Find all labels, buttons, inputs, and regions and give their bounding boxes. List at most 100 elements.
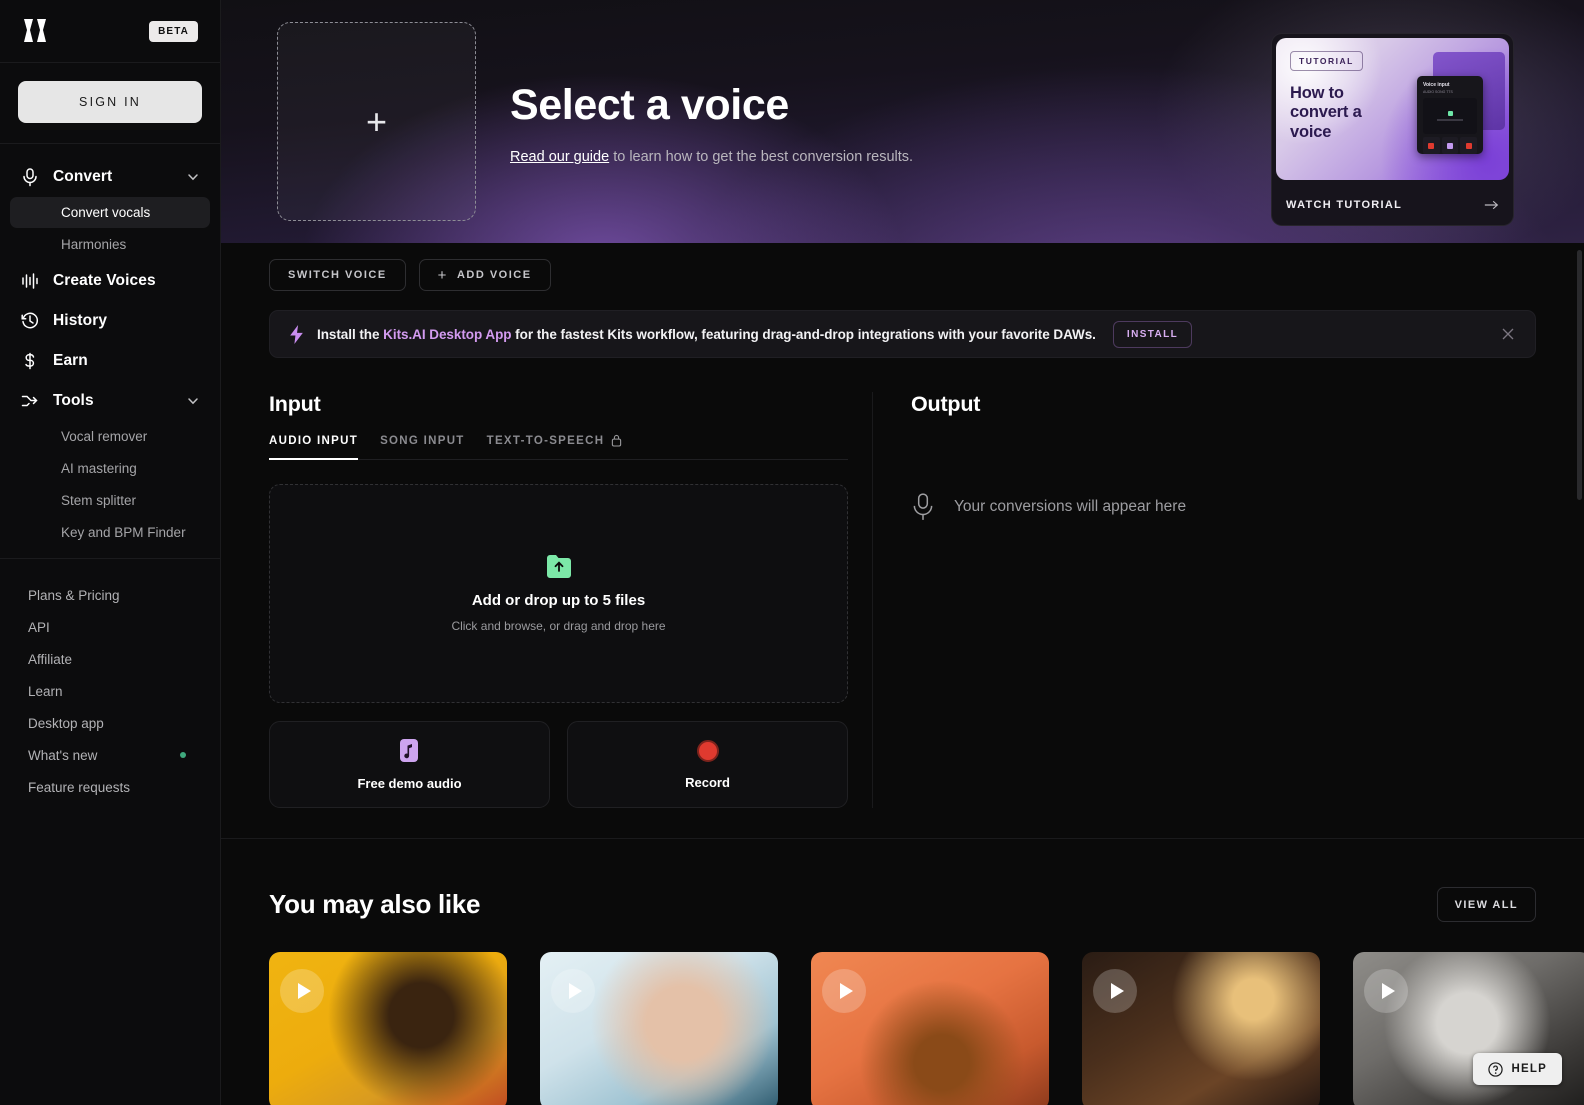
hero-text: Select a voice Read our guide to learn h… bbox=[510, 81, 914, 166]
output-title: Output bbox=[911, 392, 981, 416]
voice-actions: SWITCH VOICE + ADD VOICE bbox=[221, 243, 1584, 291]
tutorial-card[interactable]: TUTORIAL How to convert a voice Voice in… bbox=[1271, 33, 1514, 226]
music-note-icon bbox=[400, 739, 418, 762]
hero-banner: + Select a voice Read our guide to learn… bbox=[221, 0, 1584, 243]
sidebar-header: BETA bbox=[0, 0, 220, 63]
sign-in-wrapper: SIGN IN bbox=[0, 63, 220, 144]
tutorial-mini-dropzone bbox=[1423, 98, 1477, 134]
arrow-right-icon bbox=[1484, 200, 1499, 209]
banner-suffix: for the fastest Kits workflow, featuring… bbox=[511, 326, 1096, 342]
sidebar-link-feature-requests[interactable]: Feature requests bbox=[10, 771, 210, 803]
sidebar-item-tools[interactable]: Tools bbox=[10, 382, 210, 420]
free-demo-audio-label: Free demo audio bbox=[357, 776, 462, 791]
play-button[interactable] bbox=[551, 969, 595, 1013]
page-title: Select a voice bbox=[510, 81, 789, 129]
app-root: BETA SIGN IN Convert Convert vocals Harmon… bbox=[0, 0, 1584, 1105]
sidebar-subitem-vocal-remover[interactable]: Vocal remover bbox=[10, 421, 210, 452]
output-column: Output Your conversions will appear here bbox=[873, 392, 1536, 808]
tutorial-artwork: TUTORIAL How to convert a voice Voice in… bbox=[1276, 38, 1509, 180]
sidebar-link-desktop-app[interactable]: Desktop app bbox=[10, 707, 210, 739]
file-dropzone[interactable]: Add or drop up to 5 files Click and brow… bbox=[269, 484, 848, 703]
scrollbar[interactable] bbox=[1577, 250, 1582, 500]
sidebar-link-label: Feature requests bbox=[28, 779, 131, 795]
play-icon bbox=[839, 983, 853, 999]
free-demo-audio-card[interactable]: Free demo audio bbox=[269, 721, 550, 808]
play-button[interactable] bbox=[280, 969, 324, 1013]
lock-icon bbox=[612, 434, 622, 447]
sidebar-group-create-voices: Create Voices bbox=[10, 262, 210, 300]
record-icon bbox=[696, 739, 719, 762]
sidebar-link-affiliate[interactable]: Affiliate bbox=[10, 643, 210, 675]
read-our-guide-link[interactable]: Read our guide bbox=[510, 149, 609, 165]
recommendations-title: You may also like bbox=[269, 889, 481, 919]
sidebar-subitem-ai-mastering[interactable]: AI mastering bbox=[10, 453, 210, 484]
sidebar-item-label: Create Voices bbox=[53, 272, 156, 289]
sidebar-subitem-stem-splitter[interactable]: Stem splitter bbox=[10, 485, 210, 516]
sidebar-item-create-voices[interactable]: Create Voices bbox=[10, 262, 210, 300]
output-empty-text: Your conversions will appear here bbox=[954, 498, 1187, 515]
voice-card-list: Female 90's RnB 1 Male Energetic Spanish… bbox=[269, 952, 1584, 1105]
chevron-down-icon[interactable] bbox=[186, 394, 200, 408]
recommendations-header: You may also like VIEW ALL bbox=[269, 887, 1536, 922]
microphone-icon bbox=[913, 493, 933, 520]
tutorial-footer[interactable]: WATCH TUTORIAL bbox=[1272, 184, 1513, 225]
sidebar-link-what-s-new[interactable]: What's new bbox=[10, 739, 210, 771]
sidebar-subitem-convert-vocals[interactable]: Convert vocals bbox=[10, 197, 210, 228]
sidebar-link-plans-pricing[interactable]: Plans & Pricing bbox=[10, 579, 210, 611]
dropzone-secondary-text: Click and browse, or drag and drop here bbox=[451, 619, 666, 633]
play-icon bbox=[568, 983, 582, 999]
voice-card-thumbnail bbox=[269, 952, 507, 1105]
sidebar-item-label: Earn bbox=[53, 352, 88, 369]
sidebar-item-label: Convert bbox=[53, 168, 113, 185]
play-button[interactable] bbox=[1093, 969, 1137, 1013]
add-voice-slot[interactable]: + bbox=[277, 22, 476, 221]
sidebar-item-convert[interactable]: Convert bbox=[10, 158, 210, 196]
voice-card[interactable]: Vintage Violin 394 bbox=[811, 952, 1049, 1105]
voice-card-thumbnail bbox=[811, 952, 1049, 1105]
banner-highlight: Kits.AI Desktop App bbox=[383, 326, 512, 342]
microphone-icon bbox=[20, 167, 40, 187]
sidebar-subitem-harmonies[interactable]: Harmonies bbox=[10, 229, 210, 260]
sidebar-link-api[interactable]: API bbox=[10, 611, 210, 643]
switch-voice-button[interactable]: SWITCH VOICE bbox=[269, 259, 406, 291]
hero-subtitle-rest: to learn how to get the best conversion … bbox=[609, 149, 914, 165]
sidebar-subitem-key-and-bpm-finder[interactable]: Key and BPM Finder bbox=[10, 517, 210, 548]
tab-song-input[interactable]: SONG INPUT bbox=[380, 434, 465, 460]
play-icon bbox=[1110, 983, 1124, 999]
sidebar-nav: Convert Convert vocals Harmonies Create Voi… bbox=[0, 144, 220, 559]
tutorial-mini-tabs: AUDIO SONG TTS bbox=[1423, 90, 1453, 94]
sidebar-group-history: History bbox=[10, 302, 210, 340]
sidebar-group-earn: Earn bbox=[10, 342, 210, 380]
voice-card[interactable]: Female 90's RnB 1 bbox=[269, 952, 507, 1105]
record-card[interactable]: Record bbox=[567, 721, 848, 808]
watch-tutorial-label: WATCH TUTORIAL bbox=[1286, 198, 1403, 211]
voice-card[interactable]: Male Energetic Spanish 2.6K bbox=[540, 952, 778, 1105]
play-button[interactable] bbox=[1364, 969, 1408, 1013]
add-voice-button[interactable]: + ADD VOICE bbox=[418, 259, 551, 291]
kits-logo[interactable] bbox=[22, 18, 52, 44]
sign-in-button[interactable]: SIGN IN bbox=[18, 81, 202, 123]
sidebar-group-convert: Convert Convert vocals Harmonies bbox=[10, 158, 210, 260]
play-button[interactable] bbox=[822, 969, 866, 1013]
tools-icon bbox=[20, 391, 40, 411]
sidebar-link-learn[interactable]: Learn bbox=[10, 675, 210, 707]
tutorial-mini-title: Voice input bbox=[1423, 82, 1450, 88]
view-all-button[interactable]: VIEW ALL bbox=[1436, 887, 1536, 922]
sidebar-item-history[interactable]: History bbox=[10, 302, 210, 340]
chevron-down-icon[interactable] bbox=[186, 170, 200, 184]
sidebar-link-label: Learn bbox=[28, 683, 63, 699]
tab-label: SONG INPUT bbox=[380, 434, 465, 447]
help-button[interactable]: HELP bbox=[1472, 1053, 1562, 1085]
add-voice-label: ADD VOICE bbox=[456, 269, 532, 281]
install-button[interactable]: INSTALL bbox=[1112, 320, 1193, 348]
upload-folder-icon bbox=[546, 555, 571, 578]
input-output-section: Input AUDIO INPUT SONG INPUT TEXT-TO-SPEEC… bbox=[221, 392, 1584, 839]
dollar-icon bbox=[20, 351, 40, 371]
voice-card[interactable]: Male Vintage Blues 2.7K bbox=[1082, 952, 1320, 1105]
sidebar-item-earn[interactable]: Earn bbox=[10, 342, 210, 380]
tab-text-to-speech[interactable]: TEXT-TO-SPEECH bbox=[487, 434, 623, 460]
tab-audio-input[interactable]: AUDIO INPUT bbox=[269, 434, 359, 460]
close-icon[interactable] bbox=[1500, 326, 1516, 342]
input-tabs: AUDIO INPUT SONG INPUT TEXT-TO-SPEECH bbox=[269, 434, 848, 460]
sidebar-link-label: Affiliate bbox=[28, 651, 73, 667]
